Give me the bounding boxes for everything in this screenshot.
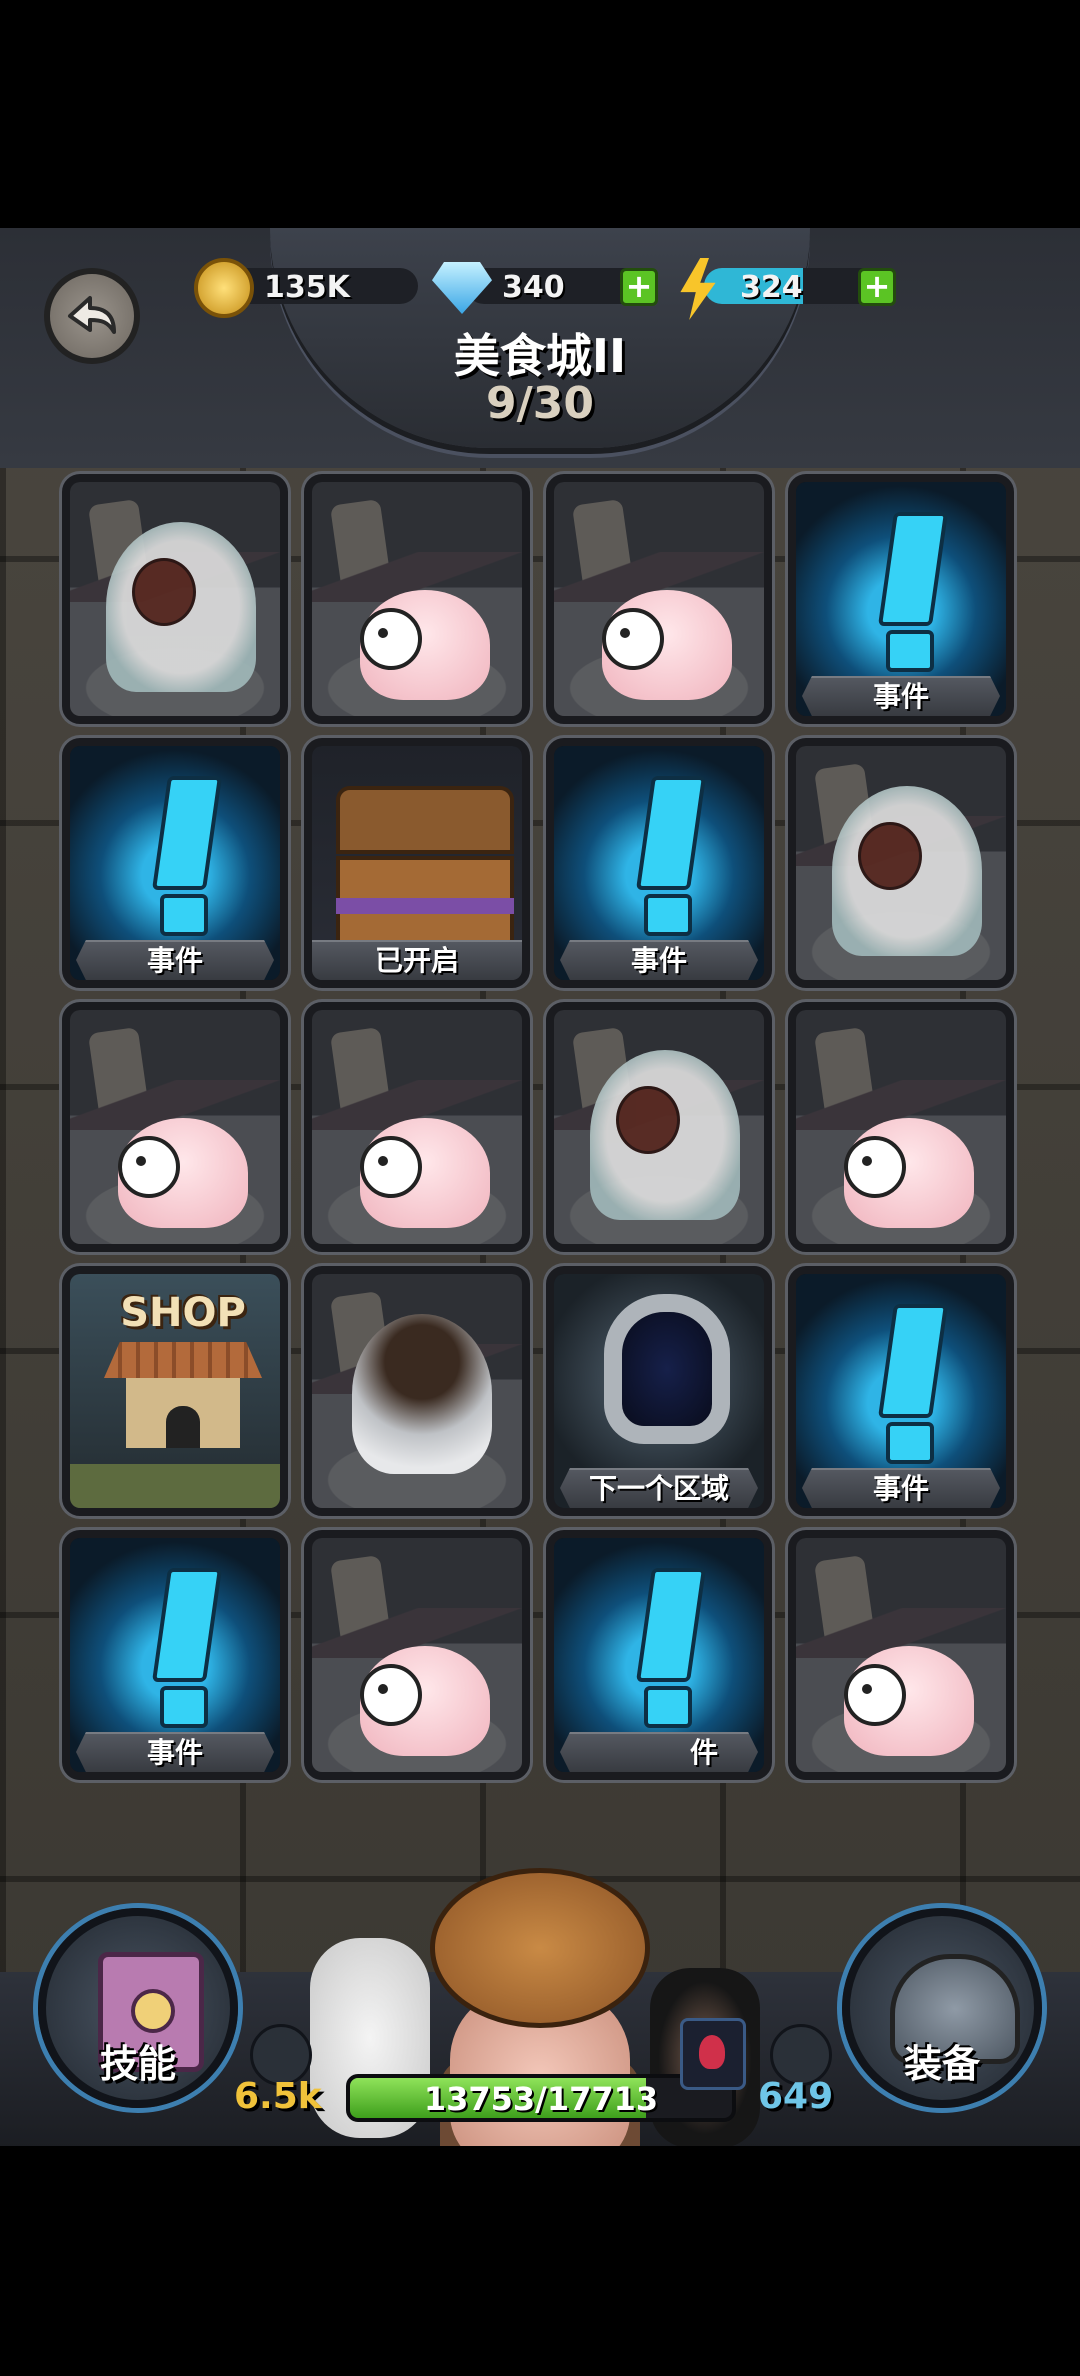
pumpkin-ghost-enemy bbox=[352, 1314, 492, 1474]
bottom-hud: 技能 装备 6.5k 13753/17713 649 bbox=[0, 1868, 1080, 2146]
blob-enemy bbox=[360, 1118, 490, 1228]
card-label: 件 bbox=[560, 1732, 758, 1772]
room-card-event[interactable]: 事件 bbox=[62, 1530, 288, 1780]
exclamation-icon bbox=[877, 512, 949, 672]
blob-enemy bbox=[360, 590, 490, 700]
ghost-enemy bbox=[590, 1050, 740, 1220]
blob-enemy bbox=[844, 1118, 974, 1228]
card-label: 事件 bbox=[76, 940, 274, 980]
equipment-button[interactable]: 装备 bbox=[842, 1908, 1042, 2108]
exclamation-icon bbox=[635, 1568, 707, 1728]
room-card-event[interactable]: 事件 bbox=[62, 738, 288, 988]
hp-bar: 13753/17713 bbox=[346, 2074, 736, 2122]
treasure-chest-icon bbox=[336, 786, 514, 944]
portal-icon bbox=[604, 1294, 730, 1444]
equipment-label: 装备 bbox=[903, 2042, 980, 2086]
gold-coin-icon bbox=[194, 258, 254, 318]
area-title: 美食城II bbox=[453, 329, 627, 383]
room-card-ghost[interactable] bbox=[62, 474, 288, 724]
room-card-blob[interactable] bbox=[304, 1002, 530, 1252]
room-card-blob[interactable] bbox=[304, 474, 530, 724]
gem-value: 340 bbox=[502, 270, 565, 305]
blob-enemy bbox=[602, 590, 732, 700]
attack-value: 6.5k bbox=[234, 2076, 322, 2117]
room-card-event[interactable]: 件 bbox=[546, 1530, 772, 1780]
top-bar: 135K 340 + 324 + 美食城II 9/30 bbox=[0, 228, 1080, 468]
energy-value: 324 bbox=[740, 270, 803, 305]
room-card-blob[interactable] bbox=[788, 1002, 1014, 1252]
room-card-pumpkin-ghost[interactable] bbox=[304, 1266, 530, 1516]
hp-text: 13753/17713 bbox=[423, 2080, 659, 2118]
card-label: 下一个区域 bbox=[560, 1468, 758, 1508]
add-gems-button[interactable]: + bbox=[620, 268, 658, 306]
exclamation-icon bbox=[151, 1568, 223, 1728]
room-card-shop[interactable]: SHOP bbox=[62, 1266, 288, 1516]
room-card-event[interactable]: 事件 bbox=[546, 738, 772, 988]
potion-icon[interactable] bbox=[680, 2018, 746, 2090]
room-card-blob[interactable] bbox=[546, 474, 772, 724]
room-card-blob[interactable] bbox=[788, 1530, 1014, 1780]
diamond-icon bbox=[432, 262, 492, 314]
blob-enemy bbox=[844, 1646, 974, 1756]
card-label: 事件 bbox=[802, 1468, 1000, 1508]
exclamation-icon bbox=[877, 1304, 949, 1464]
room-grid: 事件 事件 已开启 事件 SHOP 下一个区域 事件 事件 件 bbox=[58, 474, 1018, 2014]
card-label: 已开启 bbox=[312, 940, 522, 980]
ghost-enemy bbox=[832, 786, 982, 956]
card-label: 事件 bbox=[76, 1732, 274, 1772]
skills-button[interactable]: 技能 bbox=[38, 1908, 238, 2108]
room-card-ghost[interactable] bbox=[546, 1002, 772, 1252]
energy-counter: 324 + bbox=[670, 258, 910, 320]
room-card-event[interactable]: 事件 bbox=[788, 1266, 1014, 1516]
ghost-enemy bbox=[106, 522, 256, 692]
exclamation-icon bbox=[635, 776, 707, 936]
room-card-chest[interactable]: 已开启 bbox=[304, 738, 530, 988]
exclamation-icon bbox=[151, 776, 223, 936]
defense-value: 649 bbox=[758, 2076, 834, 2117]
shop-sign: SHOP bbox=[120, 1290, 246, 1336]
gem-counter: 340 + bbox=[432, 258, 672, 314]
gold-counter: 135K bbox=[194, 258, 424, 318]
blob-enemy bbox=[360, 1646, 490, 1756]
card-label: 事件 bbox=[802, 676, 1000, 716]
add-energy-button[interactable]: + bbox=[858, 268, 896, 306]
room-card-blob[interactable] bbox=[304, 1530, 530, 1780]
room-card-event[interactable]: 事件 bbox=[788, 474, 1014, 724]
skills-label: 技能 bbox=[99, 2042, 176, 2086]
gold-value: 135K bbox=[264, 270, 350, 305]
blob-enemy bbox=[118, 1118, 248, 1228]
area-progress: 9/30 bbox=[486, 378, 594, 429]
room-card-blob[interactable] bbox=[62, 1002, 288, 1252]
game-screen: 135K 340 + 324 + 美食城II 9/30 事件 事件 已开启 事件… bbox=[0, 228, 1080, 2146]
pumpkin-hat bbox=[430, 1868, 650, 2028]
room-card-ghost[interactable] bbox=[788, 738, 1014, 988]
card-label: 事件 bbox=[560, 940, 758, 980]
room-card-portal[interactable]: 下一个区域 bbox=[546, 1266, 772, 1516]
